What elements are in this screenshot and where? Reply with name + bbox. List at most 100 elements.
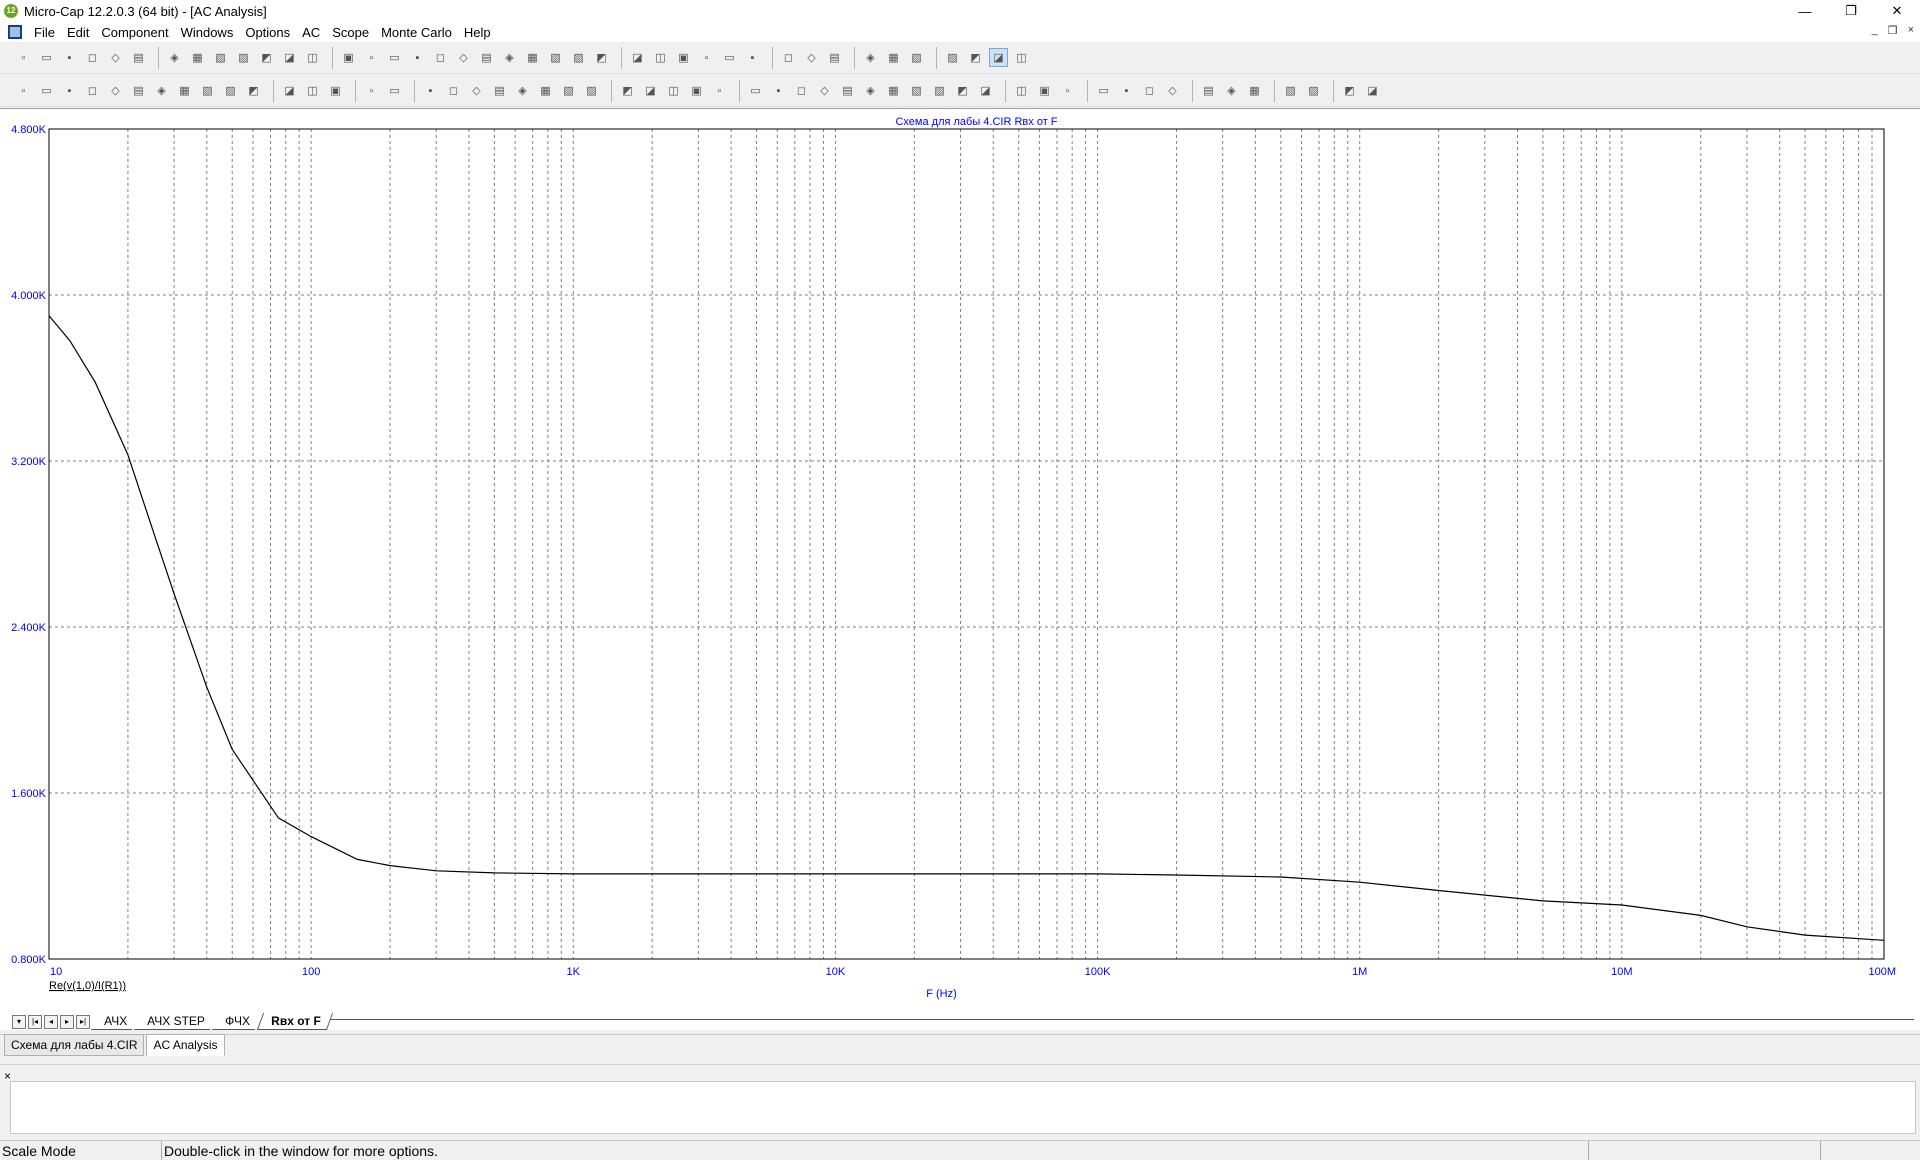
zoom-in-icon[interactable]: ▪	[1117, 81, 1136, 100]
grid-dots-icon[interactable]: ▤	[1199, 81, 1218, 100]
cursor2-icon[interactable]: ◪	[1363, 81, 1382, 100]
bottom-icon[interactable]: ▦	[884, 81, 903, 100]
battery-icon[interactable]: ▧	[546, 48, 565, 67]
mdi-window-icon[interactable]	[8, 25, 22, 39]
resistor-icon[interactable]: ▫	[362, 48, 381, 67]
cascade-icon[interactable]: ◪	[628, 48, 647, 67]
box-icon[interactable]: ▪	[421, 81, 440, 100]
scale-mode2-icon[interactable]: ▭	[1094, 81, 1113, 100]
print-preview-icon[interactable]: ◇	[106, 48, 125, 67]
fit-icon[interactable]: ◇	[106, 81, 125, 100]
capacitor-icon[interactable]: ▭	[385, 48, 404, 67]
inductor-icon[interactable]: ▪	[408, 48, 427, 67]
plot-area[interactable]: 4.800K 4.000K 3.200K 2.400K 1.600K 0.800K 10 10…	[0, 108, 1920, 1012]
new-icon[interactable]: ▫	[14, 48, 33, 67]
mosfet-icon[interactable]: ▤	[477, 48, 496, 67]
tab-fch[interactable]: ФЧХ	[211, 1013, 261, 1030]
zoom-out-icon[interactable]: ◻	[1140, 81, 1159, 100]
close-button[interactable]: ✕	[1874, 0, 1920, 22]
doc-tab-ac-analysis[interactable]: AC Analysis	[146, 1034, 225, 1056]
globe-dropdown-icon[interactable]: ▪	[60, 81, 79, 100]
grid-icon[interactable]: ▧	[559, 81, 578, 100]
ground-icon[interactable]: ▣	[339, 48, 358, 67]
peak-icon[interactable]: ▭	[746, 81, 765, 100]
stop-icon[interactable]: ◫	[303, 81, 322, 100]
sheet-nav-menu-button[interactable]: ▾	[12, 1015, 26, 1029]
zoom-icon[interactable]: ◩	[618, 81, 637, 100]
window-icon[interactable]: ▫	[697, 48, 716, 67]
point-icon[interactable]: ▣	[1035, 81, 1054, 100]
align4-icon[interactable]: ▦	[536, 81, 555, 100]
output-pane[interactable]	[10, 1081, 1916, 1134]
scale-mode-icon[interactable]: ▫	[1058, 81, 1077, 100]
cut-icon[interactable]: ▧	[211, 48, 230, 67]
info-icon[interactable]: ◇	[802, 48, 821, 67]
transistor-icon[interactable]: ◇	[454, 48, 473, 67]
sheet-nav-last-button[interactable]: ▸|	[76, 1015, 90, 1029]
low-icon[interactable]: ◇	[815, 81, 834, 100]
calculator-icon[interactable]: ▪	[743, 48, 762, 67]
menu-windows[interactable]: Windows	[175, 25, 240, 40]
zoom-fit-icon[interactable]: ◇	[1163, 81, 1182, 100]
chart-icon[interactable]: ◪	[989, 48, 1008, 67]
tab-rin-vs-f[interactable]: Rвх от F	[256, 1013, 333, 1030]
restore-button[interactable]: ❐	[1828, 0, 1874, 22]
node-icon[interactable]: ▨	[569, 48, 588, 67]
global2-icon[interactable]: ◩	[953, 81, 972, 100]
menu-component[interactable]: Component	[95, 25, 174, 40]
menu-file[interactable]: File	[28, 25, 61, 40]
select-all-icon[interactable]: ◫	[303, 48, 322, 67]
sheet-nav-prev-button[interactable]: ◂	[44, 1015, 58, 1029]
graph-icon[interactable]: ▤	[129, 81, 148, 100]
minimize-button[interactable]: —	[1782, 0, 1828, 22]
box2-icon[interactable]: ◻	[444, 81, 463, 100]
zoom2-icon[interactable]: ◪	[641, 81, 660, 100]
inflect-icon[interactable]: ▤	[838, 81, 857, 100]
palette-icon[interactable]: ◩	[244, 81, 263, 100]
pause-icon[interactable]: ▣	[326, 81, 345, 100]
menu-help[interactable]: Help	[458, 25, 497, 40]
function-icon[interactable]: ▧	[198, 81, 217, 100]
chart-check-icon[interactable]: ◫	[1012, 48, 1031, 67]
text-size-icon[interactable]: ▦	[1245, 81, 1264, 100]
mdi-minimize-button[interactable]: _	[1872, 24, 1878, 37]
tag-icon[interactable]: ◫	[1012, 81, 1031, 100]
tile-h-icon[interactable]: ▣	[674, 48, 693, 67]
sheet-nav-next-button[interactable]: ▸	[60, 1015, 74, 1029]
high-icon[interactable]: ◻	[792, 81, 811, 100]
clipboard-icon[interactable]: ◪	[976, 81, 995, 100]
font-icon[interactable]: ◈	[1222, 81, 1241, 100]
graph2-icon[interactable]: ◈	[152, 81, 171, 100]
doc-tab-schematic[interactable]: Схема для лабы 4.CIR	[4, 1034, 145, 1056]
flag-icon[interactable]: ▨	[943, 48, 962, 67]
redo-icon[interactable]: ▦	[188, 48, 207, 67]
menu-monte-carlo[interactable]: Monte Carlo	[375, 25, 458, 40]
global-icon[interactable]: ▨	[930, 81, 949, 100]
pan-icon[interactable]: ▭	[37, 81, 56, 100]
graph3-icon[interactable]: ▦	[175, 81, 194, 100]
diode-icon[interactable]: ◻	[431, 48, 450, 67]
save-all-icon[interactable]: ◻	[83, 48, 102, 67]
probe-icon[interactable]: ◩	[592, 48, 611, 67]
text-tool-icon[interactable]: ▨	[221, 81, 240, 100]
valley-icon[interactable]: ▪	[769, 81, 788, 100]
delete-icon[interactable]: ◪	[280, 48, 299, 67]
mark-icon[interactable]: ▫	[710, 81, 729, 100]
open-icon[interactable]: ▭	[37, 48, 56, 67]
mdi-close-button[interactable]: ×	[1908, 24, 1914, 37]
tools-icon[interactable]: ◩	[966, 48, 985, 67]
window2-icon[interactable]: ▭	[720, 48, 739, 67]
slope-icon[interactable]: ◈	[861, 81, 880, 100]
copy-icon[interactable]: ▨	[234, 48, 253, 67]
sheet-nav-first-button[interactable]: |◂	[28, 1015, 42, 1029]
paste-icon[interactable]: ◩	[257, 48, 276, 67]
pointer-icon[interactable]: ▫	[14, 81, 33, 100]
zoom3-icon[interactable]: ◫	[664, 81, 683, 100]
pen-icon[interactable]: ▫	[362, 81, 381, 100]
align2-icon[interactable]: ▤	[490, 81, 509, 100]
save-icon[interactable]: ▪	[60, 48, 79, 67]
scale-icon[interactable]: ◻	[83, 81, 102, 100]
menu-options[interactable]: Options	[239, 25, 296, 40]
list-icon[interactable]: ▦	[884, 48, 903, 67]
table-icon[interactable]: ▧	[907, 48, 926, 67]
